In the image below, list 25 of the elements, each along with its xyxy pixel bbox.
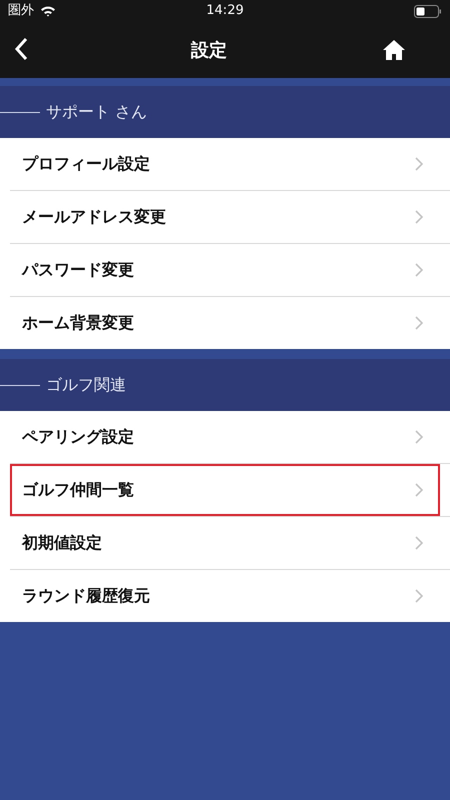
settings-item[interactable]: ゴルフ仲間一覧 (10, 464, 440, 516)
carrier-text: 圏外 (8, 2, 34, 20)
chevron-icon (414, 262, 424, 278)
settings-item[interactable]: ペアリング設定 (10, 411, 440, 463)
chevron-icon (414, 315, 424, 331)
wifi-icon (40, 5, 56, 17)
section-title: サポート さん (46, 101, 148, 123)
chevron-icon (414, 429, 424, 445)
home-icon (382, 38, 406, 62)
settings-item[interactable]: パスワード変更 (10, 244, 440, 296)
settings-item[interactable]: ラウンド履歴復元 (10, 570, 440, 622)
section-title: ゴルフ関連 (46, 374, 126, 396)
settings-item[interactable]: ホーム背景変更 (10, 297, 440, 349)
battery-icon (414, 4, 442, 18)
chevron-icon (414, 209, 424, 225)
settings-item[interactable]: プロフィール設定 (10, 138, 440, 190)
settings-item[interactable]: 初期値設定 (10, 517, 440, 569)
chevron-icon (414, 535, 424, 551)
settings-item[interactable]: メールアドレス変更 (10, 191, 440, 243)
clock-text: 14:29 (205, 2, 245, 20)
chevron-icon (414, 588, 424, 604)
chevron-icon (414, 482, 424, 498)
page-title: 設定 (191, 38, 227, 62)
back-icon (14, 36, 28, 60)
chevron-icon (414, 156, 424, 172)
